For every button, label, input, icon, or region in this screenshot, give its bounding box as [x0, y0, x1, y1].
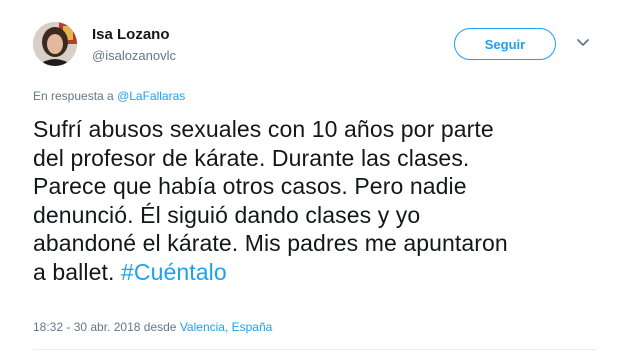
reply-context: En respuesta a @LaFallaras	[33, 89, 185, 103]
follow-button[interactable]: Seguir	[454, 28, 556, 60]
author-name[interactable]: Isa Lozano	[92, 26, 170, 43]
chevron-down-icon[interactable]	[576, 38, 590, 48]
timestamp[interactable]: 18:32 - 30 abr. 2018	[33, 320, 140, 334]
location-link[interactable]: Valencia, España	[180, 320, 273, 334]
tweet-line: denunció. Él siguió dando clases y yo	[33, 201, 421, 228]
tweet-meta: 18:32 - 30 abr. 2018 desde Valencia, Esp…	[33, 320, 272, 334]
avatar[interactable]	[33, 22, 77, 66]
hashtag-link[interactable]: #Cuéntalo	[121, 259, 227, 285]
tweet-line: del profesor de kárate. Durante las clas…	[33, 144, 470, 171]
tweet-line: Parece que había otros casos. Pero nadie	[33, 173, 467, 199]
author-handle[interactable]: @isalozanovlc	[92, 48, 176, 63]
reply-mention-link[interactable]: @LaFallaras	[117, 89, 185, 103]
tweet-line-text: a ballet.	[33, 258, 115, 285]
tweet-line: a ballet. #Cuéntalo	[33, 258, 623, 287]
tweet-line: abandoné el kárate. Mis padres me apunta…	[33, 230, 508, 256]
reply-prefix: En respuesta a	[33, 89, 114, 103]
from-label: desde	[143, 320, 177, 334]
tweet-line: Sufrí abusos sexuales con 10 años por pa…	[33, 116, 494, 142]
divider	[33, 349, 597, 350]
tweet-text: Sufrí abusos sexuales con 10 años por pa…	[33, 115, 623, 286]
avatar-photo	[33, 22, 77, 66]
